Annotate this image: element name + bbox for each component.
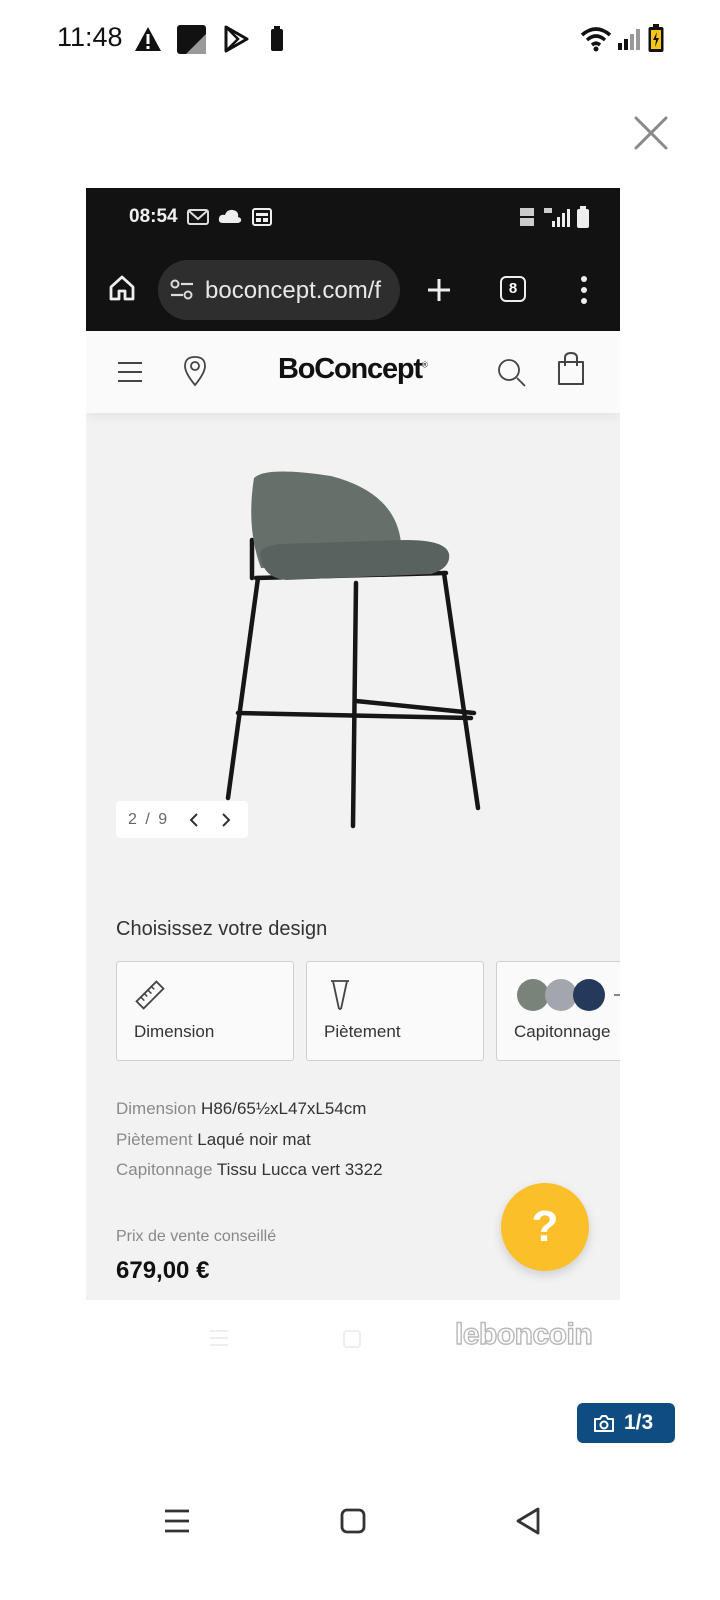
back-icon[interactable] — [514, 1506, 542, 1536]
spec-row: Piètement Laqué noir mat — [116, 1130, 311, 1150]
more-menu-icon[interactable] — [577, 275, 591, 305]
news-icon — [252, 208, 272, 226]
leboncoin-watermark: leboncoin — [454, 1317, 593, 1351]
wifi-icon — [580, 27, 612, 52]
chevron-right-icon[interactable] — [220, 812, 232, 828]
option-label: Capitonnage — [514, 1022, 611, 1041]
product-screenshot[interactable]: 08:54 boconcept.com/f 8 BoConcept® 2 / 9… — [86, 188, 620, 1300]
volte-icon — [520, 208, 534, 226]
price-label: Prix de vente conseillé — [116, 1228, 277, 1245]
inner-status-bar: 08:54 — [86, 188, 620, 246]
spec-value: Laqué noir mat — [197, 1130, 311, 1149]
product-image[interactable] — [206, 468, 506, 838]
camera-icon — [594, 1415, 614, 1432]
help-button[interactable]: ? — [501, 1183, 589, 1271]
tab-switcher-button[interactable]: 8 — [500, 276, 526, 302]
hamburger-menu-icon[interactable] — [117, 361, 143, 383]
inner-nav-menu-icon — [210, 1330, 228, 1346]
status-bar: 11:48 — [0, 0, 720, 80]
signal-icon — [618, 29, 640, 50]
chevron-left-icon[interactable] — [188, 812, 200, 828]
url-bar[interactable]: boconcept.com/f — [158, 260, 400, 320]
gallery-counter: 2 / 9 — [116, 801, 248, 838]
site-header: BoConcept® — [86, 331, 620, 413]
spec-value: H86/65½xL47xL54cm — [201, 1099, 367, 1118]
spec-key: Dimension — [116, 1099, 197, 1118]
image-icon — [177, 25, 206, 54]
status-time: 11:48 — [57, 22, 123, 52]
warning-icon — [135, 27, 161, 51]
inner-battery-icon — [577, 206, 589, 228]
chair-leg-icon — [331, 980, 349, 1010]
site-settings-icon[interactable] — [170, 279, 194, 301]
option-upholstery[interactable]: Capitonnage — [496, 961, 620, 1061]
image-counter-badge: 1/3 — [577, 1403, 675, 1443]
spec-key: Piètement — [116, 1130, 193, 1149]
play-store-icon — [224, 25, 249, 53]
store-locator-icon[interactable] — [183, 355, 207, 387]
brand-logo[interactable]: BoConcept® — [278, 353, 428, 386]
home-button-icon[interactable] — [340, 1508, 366, 1534]
recent-apps-icon[interactable] — [163, 1508, 191, 1534]
home-icon[interactable] — [108, 274, 136, 302]
cloud-icon — [218, 209, 242, 223]
option-legs[interactable]: Piètement — [306, 961, 484, 1061]
system-nav-bar — [0, 1490, 720, 1560]
inner-signal-icon — [544, 208, 570, 227]
battery-small-icon — [271, 26, 283, 51]
inner-status-time: 08:54 — [129, 206, 178, 227]
fabric-swatches-icon — [517, 979, 620, 1011]
battery-charging-icon — [648, 24, 664, 52]
spec-key: Capitonnage — [116, 1160, 213, 1179]
option-label: Dimension — [134, 1022, 215, 1041]
browser-toolbar: boconcept.com/f 8 — [86, 246, 620, 331]
image-counter-text: 1/3 — [624, 1411, 654, 1434]
search-icon[interactable] — [496, 357, 528, 389]
shopping-bag-icon[interactable] — [555, 351, 587, 387]
spec-value: Tissu Lucca vert 3322 — [216, 1160, 383, 1179]
spec-row: Capitonnage Tissu Lucca vert 3322 — [116, 1160, 383, 1180]
gallery-counter-text: 2 / 9 — [128, 811, 170, 828]
url-text: boconcept.com/f — [205, 277, 382, 304]
inner-nav-home-icon — [343, 1330, 361, 1348]
design-section-title: Choisissez votre design — [116, 918, 328, 940]
price: 679,00 € — [116, 1257, 210, 1284]
close-icon[interactable] — [630, 112, 672, 154]
spec-row: Dimension H86/65½xL47xL54cm — [116, 1099, 366, 1119]
option-dimension[interactable]: Dimension — [116, 961, 294, 1061]
new-tab-icon[interactable] — [426, 277, 452, 303]
ruler-icon — [135, 980, 165, 1010]
gmail-icon — [187, 209, 209, 225]
option-label: Piètement — [324, 1022, 401, 1041]
registered-mark: ® — [421, 360, 428, 370]
